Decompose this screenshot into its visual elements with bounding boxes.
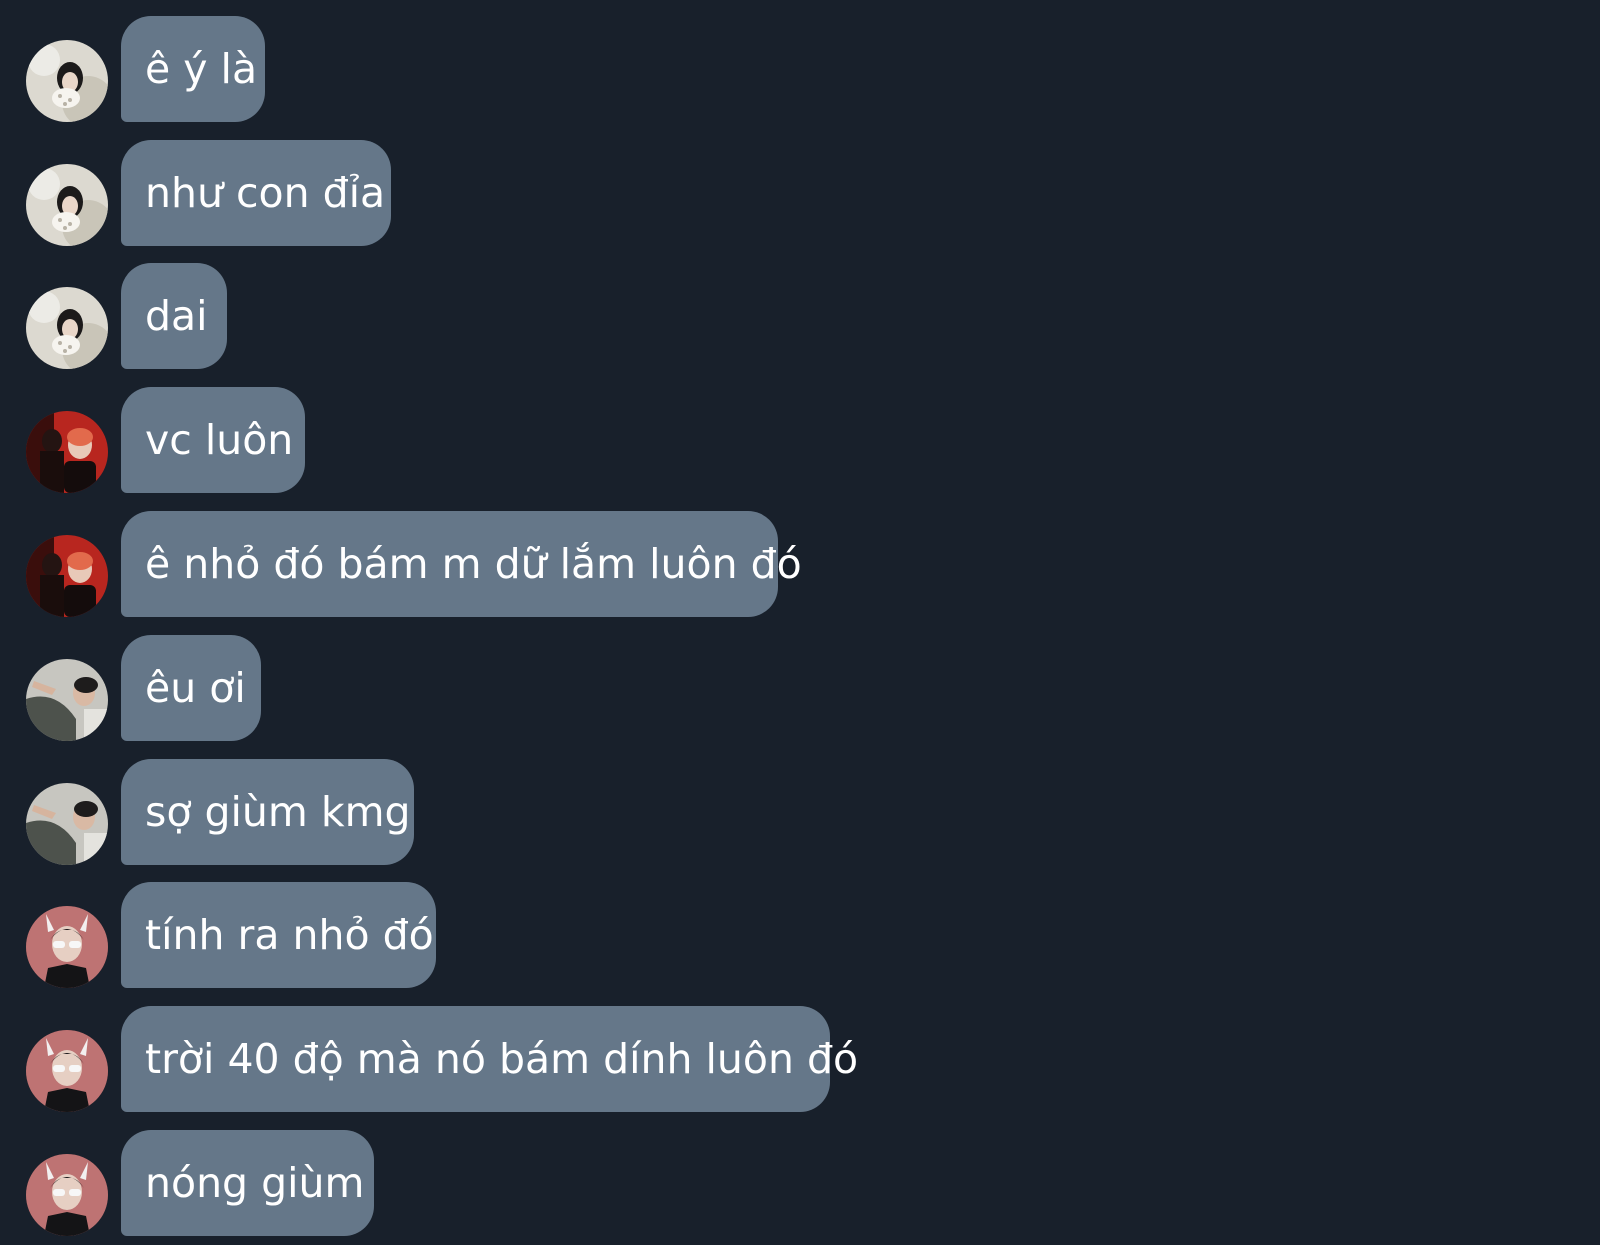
message-text: ê ý là <box>145 45 258 93</box>
message-text: dai <box>145 292 208 340</box>
message-bubble[interactable]: sợ giùm kmg <box>121 759 414 865</box>
user-d-avatar[interactable] <box>26 1030 108 1112</box>
user-c-avatar[interactable] <box>26 659 108 741</box>
message-text: như con đỉa <box>145 169 386 217</box>
user-a-avatar[interactable] <box>26 40 108 122</box>
message-row: vc luôn <box>0 387 1600 493</box>
message-bubble[interactable]: như con đỉa <box>121 140 391 246</box>
message-bubble[interactable]: tính ra nhỏ đó <box>121 882 436 988</box>
message-text: êu ơi <box>145 664 246 712</box>
message-text: ê nhỏ đó bám m dữ lắm luôn đó <box>145 540 802 588</box>
message-row: như con đỉa <box>0 140 1600 246</box>
message-row: sợ giùm kmg <box>0 759 1600 865</box>
message-text: vc luôn <box>145 416 294 464</box>
message-bubble[interactable]: êu ơi <box>121 635 261 741</box>
message-bubble[interactable]: dai <box>121 263 227 369</box>
user-a-avatar[interactable] <box>26 164 108 246</box>
user-a-avatar[interactable] <box>26 287 108 369</box>
message-text: trời 40 độ mà nó bám dính luôn đó <box>145 1035 859 1083</box>
message-row: tính ra nhỏ đó <box>0 882 1600 988</box>
message-text: nóng giùm <box>145 1159 365 1207</box>
message-text: sợ giùm kmg <box>145 788 411 836</box>
message-text: tính ra nhỏ đó <box>145 911 434 959</box>
message-row: nóng giùm <box>0 1130 1600 1236</box>
chat-message-list: ê ý là như con đỉa dai vc luôn ê nhỏ đó … <box>0 0 1600 1245</box>
user-c-avatar[interactable] <box>26 783 108 865</box>
message-bubble[interactable]: vc luôn <box>121 387 305 493</box>
message-bubble[interactable]: ê ý là <box>121 16 265 122</box>
user-d-avatar[interactable] <box>26 1154 108 1236</box>
message-row: dai <box>0 263 1600 369</box>
user-d-avatar[interactable] <box>26 906 108 988</box>
message-bubble[interactable]: nóng giùm <box>121 1130 374 1236</box>
message-row: êu ơi <box>0 635 1600 741</box>
message-row: ê nhỏ đó bám m dữ lắm luôn đó <box>0 511 1600 617</box>
message-bubble[interactable]: ê nhỏ đó bám m dữ lắm luôn đó <box>121 511 802 617</box>
message-row: trời 40 độ mà nó bám dính luôn đó <box>0 1006 1600 1112</box>
message-bubble[interactable]: trời 40 độ mà nó bám dính luôn đó <box>121 1006 858 1112</box>
user-b-avatar[interactable] <box>26 411 108 493</box>
message-row: ê ý là <box>0 16 1600 122</box>
user-b-avatar[interactable] <box>26 535 108 617</box>
